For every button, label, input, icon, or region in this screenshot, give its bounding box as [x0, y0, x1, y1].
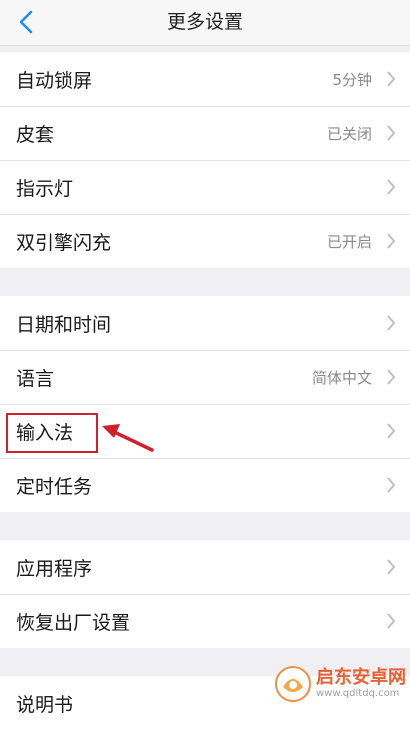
- settings-group-apps: 应用程序 恢复出厂设置: [0, 540, 410, 648]
- setting-input-method[interactable]: 输入法: [0, 404, 410, 458]
- watermark: 启东安卓网 www.qdltdq.com: [274, 665, 406, 703]
- setting-indicator-light[interactable]: 指示灯: [0, 160, 410, 214]
- setting-scheduled-tasks[interactable]: 定时任务: [0, 458, 410, 512]
- setting-applications[interactable]: 应用程序: [0, 540, 410, 594]
- setting-value: 简体中文: [312, 367, 372, 388]
- setting-language[interactable]: 语言 简体中文: [0, 350, 410, 404]
- settings-group-display: 自动锁屏 5分钟 皮套 已关闭 指示灯 双引擎闪充 已开启: [0, 52, 410, 268]
- setting-value: 5分钟: [332, 69, 372, 90]
- chevron-right-icon: [386, 70, 396, 88]
- setting-label: 自动锁屏: [16, 66, 332, 93]
- watermark-url: www.qdltdq.com: [316, 689, 406, 699]
- setting-auto-lock[interactable]: 自动锁屏 5分钟: [0, 52, 410, 106]
- section-spacer: [0, 268, 410, 296]
- setting-factory-reset[interactable]: 恢复出厂设置: [0, 594, 410, 648]
- page-title: 更多设置: [0, 0, 410, 46]
- chevron-right-icon: [386, 178, 396, 196]
- chevron-right-icon: [386, 476, 396, 494]
- setting-label: 指示灯: [16, 174, 386, 201]
- chevron-right-icon: [386, 124, 396, 142]
- setting-label: 皮套: [16, 120, 327, 147]
- setting-label: 定时任务: [16, 472, 386, 499]
- chevron-right-icon: [386, 612, 396, 630]
- setting-label: 恢复出厂设置: [16, 608, 386, 635]
- chevron-right-icon: [386, 232, 396, 250]
- setting-case[interactable]: 皮套 已关闭: [0, 106, 410, 160]
- chevron-right-icon: [386, 422, 396, 440]
- settings-group-system: 日期和时间 语言 简体中文 输入法 定时任务: [0, 296, 410, 512]
- chevron-right-icon: [386, 558, 396, 576]
- title-bar: 更多设置: [0, 0, 410, 46]
- setting-label: 日期和时间: [16, 310, 386, 337]
- setting-date-time[interactable]: 日期和时间: [0, 296, 410, 350]
- chevron-right-icon: [386, 314, 396, 332]
- section-spacer: [0, 512, 410, 540]
- settings-list: 自动锁屏 5分钟 皮套 已关闭 指示灯 双引擎闪充 已开启 日期和时间 语言: [0, 46, 410, 730]
- watermark-name: 启东安卓网: [316, 669, 406, 687]
- chevron-right-icon: [386, 368, 396, 386]
- setting-dual-engine-flash-charge[interactable]: 双引擎闪充 已开启: [0, 214, 410, 268]
- setting-label: 双引擎闪充: [16, 228, 327, 255]
- watermark-logo-icon: [274, 665, 312, 703]
- setting-label: 输入法: [16, 418, 386, 445]
- setting-label: 语言: [16, 364, 312, 391]
- setting-value: 已关闭: [327, 123, 372, 144]
- setting-label: 应用程序: [16, 554, 386, 581]
- setting-value: 已开启: [327, 231, 372, 252]
